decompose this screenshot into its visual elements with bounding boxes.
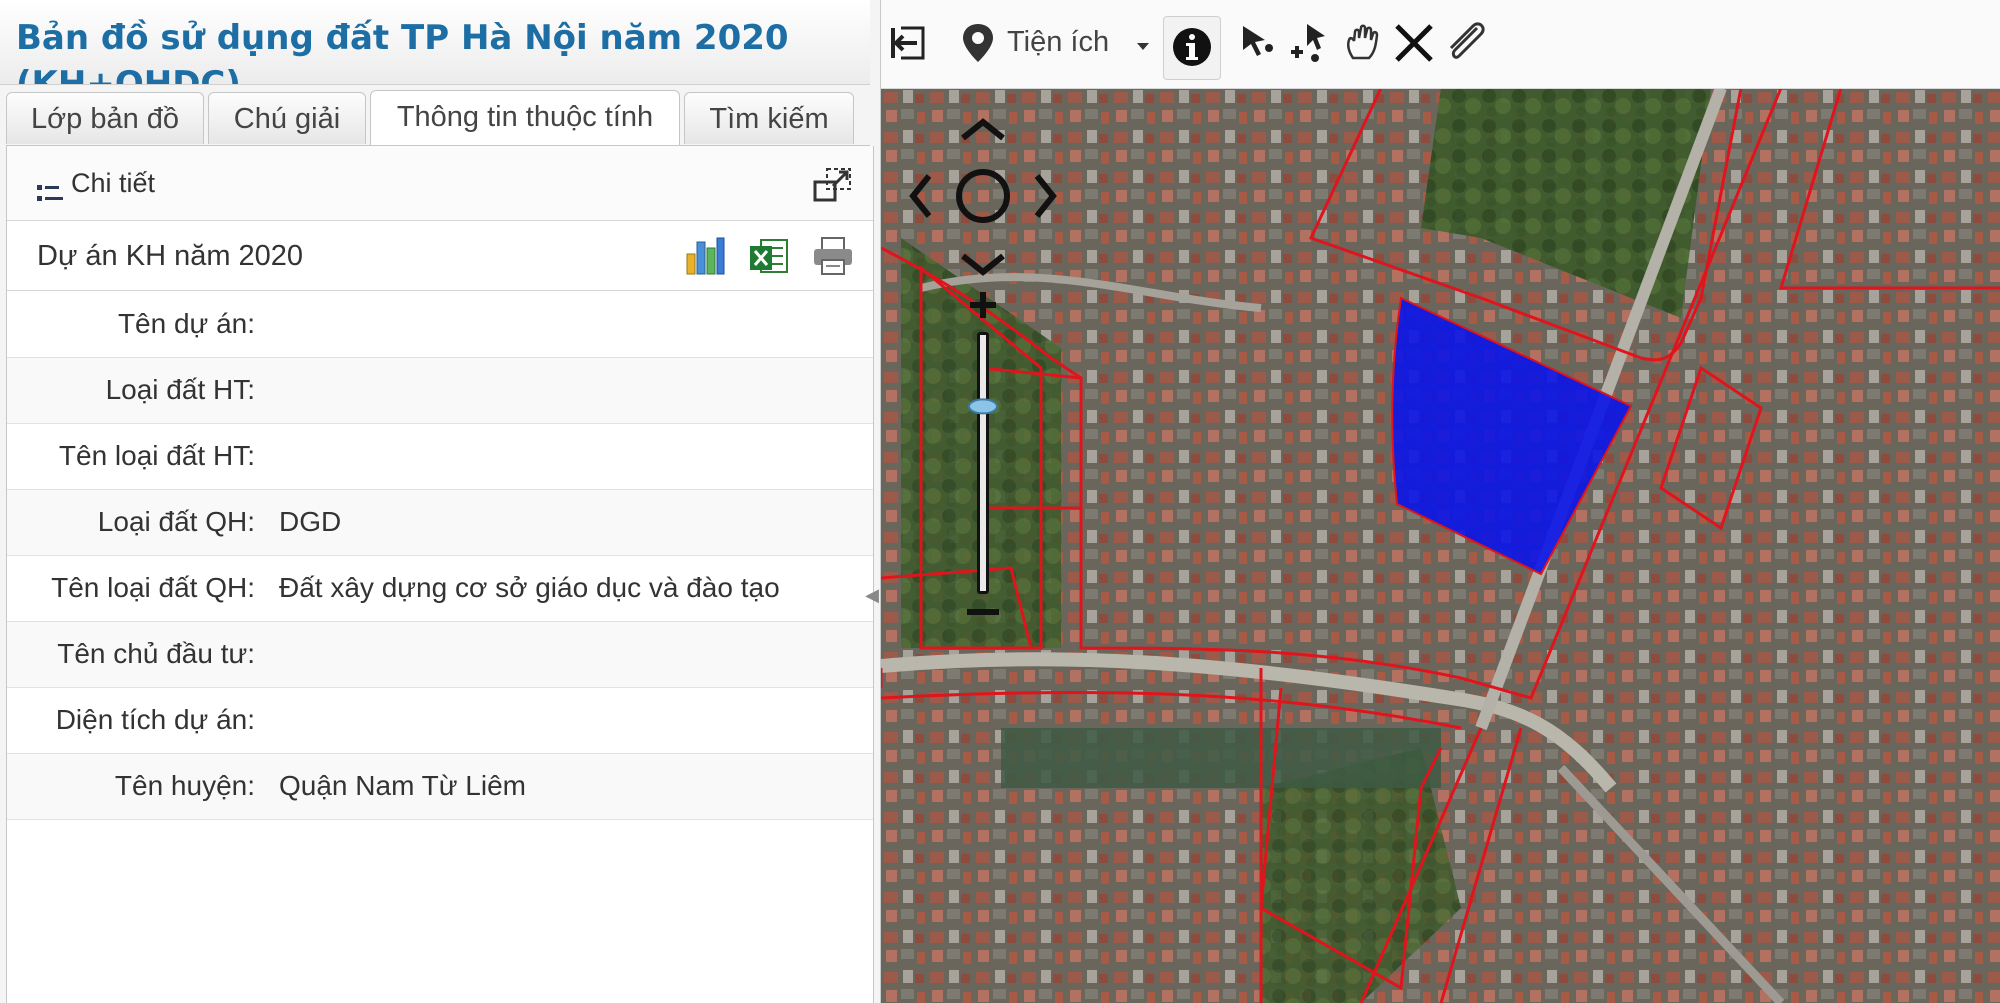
collapse-panel-handle[interactable]: ◀	[864, 560, 880, 630]
tab-attribute-info[interactable]: Thông tin thuộc tính	[370, 90, 680, 146]
project-name: Dự án KH năm 2020	[37, 240, 304, 272]
zoom-slider-thumb[interactable]	[968, 398, 998, 415]
attr-label: Loại đất QH:	[97, 506, 255, 537]
list-icon	[37, 185, 63, 201]
attr-label: Tên dự án:	[117, 308, 255, 339]
attribute-table: Tên dự án: Loại đất HT: Tên loại đất HT:…	[7, 292, 873, 820]
detail-header: Chi tiết	[7, 146, 873, 221]
table-row: Tên loại đất HT:	[7, 424, 873, 490]
table-row: Tên chủ đầu tư:	[7, 622, 873, 688]
attr-label: Diện tích dự án:	[55, 704, 255, 735]
remove-select-icon[interactable]	[1285, 18, 1335, 68]
chart-icon[interactable]	[683, 234, 727, 278]
excel-icon[interactable]	[747, 234, 791, 278]
table-row: Tên huyện: Quận Nam Từ Liêm	[7, 754, 873, 820]
tab-bar: Lớp bản đồ Chú giải Thông tin thuộc tính…	[6, 90, 870, 146]
map-canvas[interactable]	[881, 88, 2000, 1003]
print-icon[interactable]	[811, 234, 855, 278]
tab-legend[interactable]: Chú giải	[208, 92, 366, 144]
detail-label: Chi tiết	[71, 168, 156, 198]
table-row: Tên dự án:	[7, 292, 873, 358]
tab-search[interactable]: Tìm kiếm	[684, 92, 854, 144]
expand-icon[interactable]	[813, 166, 853, 204]
pan-hand-icon[interactable]	[1339, 18, 1389, 68]
attach-icon[interactable]	[1441, 18, 1491, 68]
location-pin-icon[interactable]	[953, 18, 1003, 68]
info-button[interactable]	[1163, 16, 1221, 80]
table-row: Diện tích dự án:	[7, 688, 873, 754]
table-row: Loại đất HT:	[7, 358, 873, 424]
attr-label: Tên huyện:	[114, 770, 255, 801]
utilities-label[interactable]: Tiện ích	[1007, 26, 1109, 59]
zoom-slider-track	[980, 335, 986, 591]
select-arrow-icon[interactable]	[1233, 18, 1283, 68]
attr-label: Tên chủ đầu tư:	[57, 638, 255, 669]
attr-label: Tên loại đất HT:	[58, 440, 255, 471]
page-title: Bản đồ sử dụng đất TP Hà Nội năm 2020 (K…	[16, 18, 789, 85]
map-view[interactable]: Tiện ích	[881, 0, 2000, 1003]
attr-value: DGD	[279, 506, 342, 537]
attr-value: Đất xây dựng cơ sở giáo dục và đào tạo	[279, 572, 780, 603]
clear-icon[interactable]	[1389, 18, 1439, 68]
attr-label: Loại đất HT:	[105, 374, 255, 405]
canal	[1001, 728, 1441, 788]
attr-value: Quận Nam Từ Liêm	[279, 770, 526, 801]
exit-icon[interactable]	[887, 18, 937, 68]
tab-map-layers[interactable]: Lớp bản đồ	[6, 92, 204, 144]
table-row: Loại đất QH: DGD	[7, 490, 873, 556]
title-bar: Bản đồ sử dụng đất TP Hà Nội năm 2020 (K…	[0, 0, 870, 85]
attribute-panel: Chi tiết Dự án KH năm 2020 Tên dự án: Lo…	[6, 146, 874, 1003]
project-row: Dự án KH năm 2020	[7, 222, 873, 291]
info-icon	[1173, 28, 1211, 66]
attr-label: Tên loại đất QH:	[51, 572, 255, 603]
left-panel: Bản đồ sử dụng đất TP Hà Nội năm 2020 (K…	[0, 0, 881, 1003]
table-row: Tên loại đất QH: Đất xây dựng cơ sở giáo…	[7, 556, 873, 622]
dropdown-caret-icon[interactable]	[1133, 34, 1153, 54]
map-toolbar: Tiện ích	[881, 0, 2000, 89]
